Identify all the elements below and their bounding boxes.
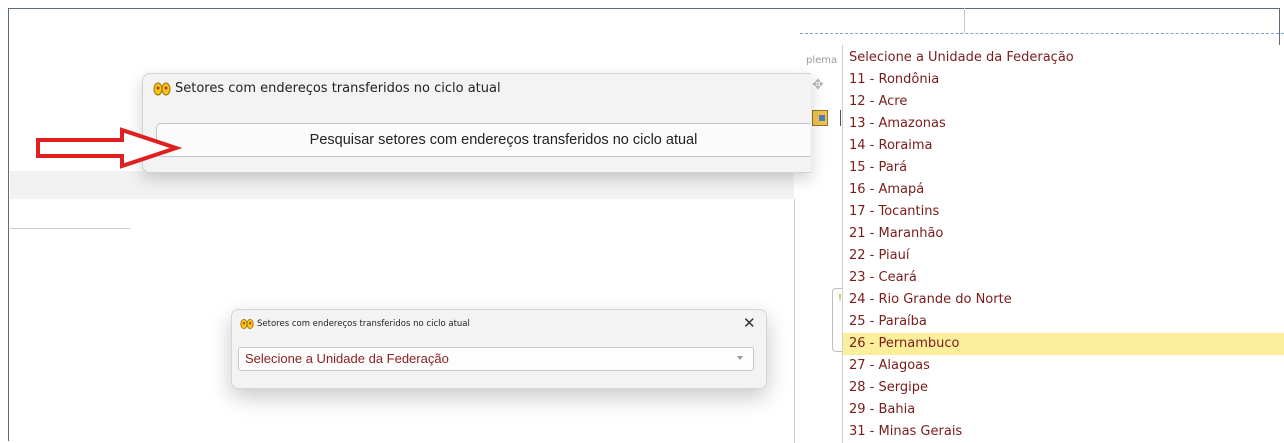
- list-item[interactable]: 22 - Piauí: [843, 245, 1284, 267]
- list-item[interactable]: 15 - Pará: [843, 157, 1284, 179]
- list-item[interactable]: 16 - Amapá: [843, 179, 1284, 201]
- list-item[interactable]: 13 - Amazonas: [843, 113, 1284, 135]
- list-item[interactable]: Selecione a Unidade da Federação: [843, 47, 1284, 69]
- list-item[interactable]: 27 - Alagoas: [843, 355, 1284, 377]
- dialog-title: Setores com endereços transferidos no ci…: [257, 319, 470, 329]
- move-icon: ✥: [812, 77, 824, 93]
- list-item[interactable]: 23 - Ceará: [843, 267, 1284, 289]
- divider: [840, 110, 841, 126]
- list-item[interactable]: 29 - Bahia: [843, 399, 1284, 421]
- list-item[interactable]: 28 - Sergipe: [843, 377, 1284, 399]
- list-item[interactable]: 12 - Acre: [843, 91, 1284, 113]
- red-arrow-icon: [36, 127, 182, 169]
- dashed-guide: [800, 33, 1284, 34]
- partial-label: plema: [806, 55, 838, 66]
- divider: [964, 8, 965, 33]
- table-icon: [812, 110, 828, 126]
- chevron-down-icon[interactable]: [737, 356, 743, 360]
- yellow-footprints-icon: [240, 318, 254, 330]
- dialog-title: Setores com endereços transferidos no ci…: [175, 81, 501, 96]
- list-item-highlighted[interactable]: 26 - Pernambuco: [843, 333, 1284, 355]
- uf-dropdown-list: Selecione a Unidade da Federação 11 - Ro…: [842, 45, 1284, 443]
- list-item[interactable]: 21 - Maranhão: [843, 223, 1284, 245]
- uf-select[interactable]: Selecione a Unidade da Federação: [238, 347, 754, 371]
- search-sectors-button[interactable]: Pesquisar setores com endereços transfer…: [156, 123, 810, 157]
- list-item[interactable]: 14 - Roraima: [843, 135, 1284, 157]
- list-item[interactable]: 11 - Rondônia: [843, 69, 1284, 91]
- divider: [10, 228, 130, 229]
- list-item[interactable]: 31 - Minas Gerais: [843, 421, 1284, 443]
- divider: [794, 199, 795, 443]
- close-icon[interactable]: ✕: [743, 313, 756, 333]
- list-item[interactable]: 17 - Tocantins: [843, 201, 1284, 223]
- list-item[interactable]: 25 - Paraíba: [843, 311, 1284, 333]
- yellow-footprints-icon: [153, 82, 171, 96]
- list-item[interactable]: 24 - Rio Grande do Norte: [843, 289, 1284, 311]
- background-band: [10, 171, 794, 199]
